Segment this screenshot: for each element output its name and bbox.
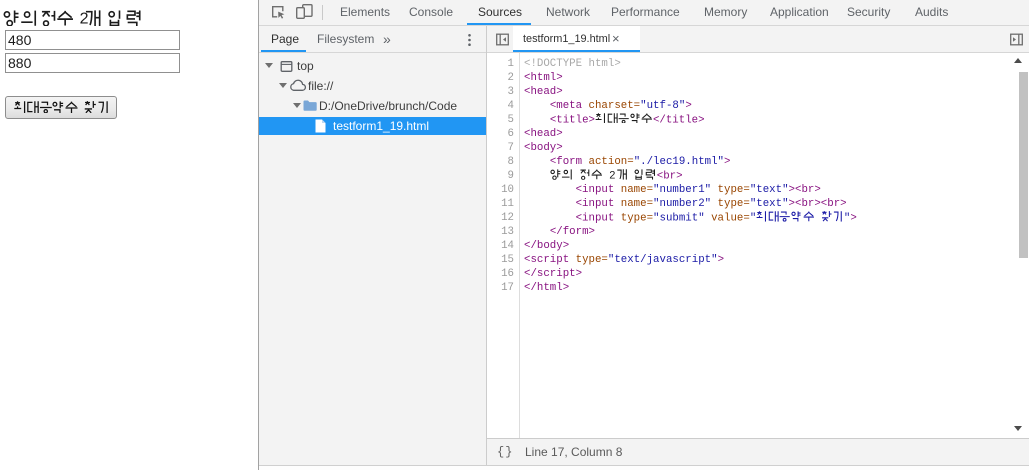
svg-text:2: 2 — [80, 10, 89, 26]
